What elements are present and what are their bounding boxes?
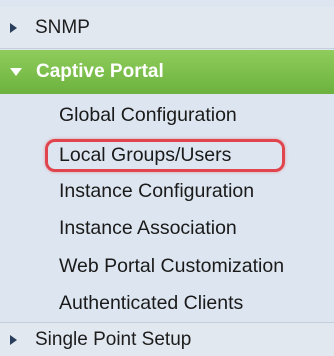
expand-arrow-icon xyxy=(10,334,17,345)
sub-item-global-configuration[interactable]: Global Configuration xyxy=(59,103,237,127)
nav-item-label: Single Point Setup xyxy=(35,328,192,350)
nav-item-single-point-setup[interactable]: Single Point Setup xyxy=(0,322,334,356)
nav-section-captive-portal[interactable]: Captive Portal xyxy=(0,50,334,94)
navigation-menu: SNMP Captive Portal Global Configuration… xyxy=(0,0,334,356)
collapse-arrow-icon xyxy=(10,68,22,76)
sub-item-web-portal-customization[interactable]: Web Portal Customization xyxy=(59,254,284,278)
sub-item-local-groups-users[interactable]: Local Groups/Users xyxy=(59,143,231,167)
nav-item-label: SNMP xyxy=(35,16,90,38)
nav-item-snmp[interactable]: SNMP xyxy=(0,7,334,49)
sub-item-instance-configuration[interactable]: Instance Configuration xyxy=(59,179,254,203)
sub-item-instance-association[interactable]: Instance Association xyxy=(59,216,237,240)
expand-arrow-icon xyxy=(10,22,17,33)
nav-section-label: Captive Portal xyxy=(36,61,164,82)
sub-item-authenticated-clients[interactable]: Authenticated Clients xyxy=(59,291,243,315)
